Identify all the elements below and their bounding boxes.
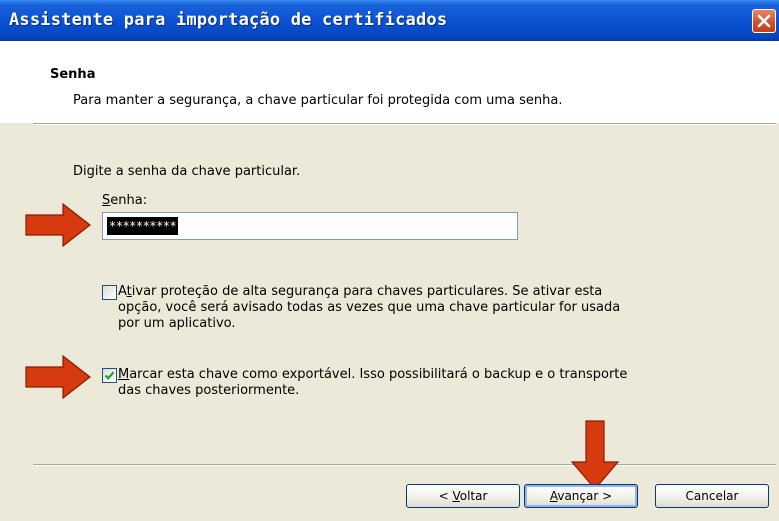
annotation-arrow-right-icon [25, 203, 91, 247]
exportable-line-1: Marcar esta chave como exportável. Isso … [118, 367, 627, 383]
wizard-header: Senha Para manter a segurança, a chave p… [0, 41, 779, 123]
back-button-label: oltar [459, 489, 488, 503]
exportable-label: Marcar esta chave como exportável. Isso … [118, 367, 627, 399]
back-button[interactable]: < Voltar [406, 484, 520, 508]
cancel-button[interactable]: Cancelar [655, 484, 769, 508]
annotation-arrow-right-icon [25, 355, 91, 399]
checkmark-icon [104, 371, 115, 380]
close-icon [757, 14, 771, 28]
next-button[interactable]: Avançar > [524, 484, 638, 508]
password-label-text: enha: [110, 193, 148, 208]
exportable-mnemonic: M [118, 367, 130, 382]
title-bar[interactable]: Assistente para importação de certificad… [0, 0, 779, 41]
exportable-text-1: arcar esta chave como exportável. Isso p… [129, 367, 628, 382]
strong-protection-text-1: ivar proteção de alta segurança para cha… [131, 284, 603, 299]
close-button[interactable] [752, 9, 776, 33]
strong-protection-line-1: Ativar proteção de alta segurança para c… [118, 284, 620, 300]
header-divider [33, 123, 776, 125]
annotation-arrow-down-icon [570, 420, 620, 490]
strong-protection-line-2: opção, você será avisado todas as vezes … [118, 300, 621, 315]
password-prompt: Digite a senha da chave particular. [73, 164, 301, 179]
password-input[interactable]: ********** [102, 212, 518, 240]
back-button-pre: < [438, 489, 453, 503]
strong-protection-pre: A [118, 284, 127, 299]
strong-protection-label: Ativar proteção de alta segurança para c… [118, 284, 620, 332]
strong-protection-line-3: por um aplicativo. [118, 316, 236, 331]
footer-divider [33, 464, 776, 466]
window-title: Assistente para importação de certificad… [9, 10, 448, 30]
back-button-mnemonic: V [452, 489, 460, 503]
page-description: Para manter a segurança, a chave particu… [73, 93, 563, 108]
next-button-label: vançar > [557, 489, 613, 503]
password-value: ********** [107, 217, 179, 235]
password-label: Senha: [102, 193, 147, 208]
strong-protection-checkbox[interactable] [102, 285, 117, 300]
page-title: Senha [50, 67, 96, 82]
exportable-line-2: das chaves posteriormente. [118, 383, 300, 398]
exportable-checkbox[interactable] [102, 368, 117, 383]
